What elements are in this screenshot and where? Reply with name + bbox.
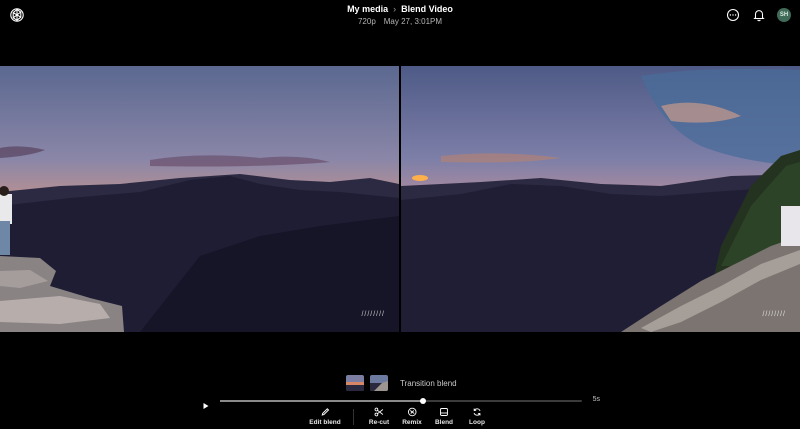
clip-thumbnail-1[interactable]	[346, 375, 364, 391]
scrubber-progress	[220, 400, 423, 402]
loop-label: Loop	[469, 419, 485, 426]
remix-label: Remix	[402, 419, 422, 426]
scrubber-track[interactable]	[220, 398, 582, 404]
notifications-icon[interactable]	[751, 7, 767, 23]
blend-button[interactable]: Blend	[435, 407, 453, 426]
breadcrumb-current: Blend Video	[401, 4, 453, 14]
duration-label: 5s	[592, 396, 600, 403]
video-preview[interactable]: //////// ////////	[0, 66, 800, 332]
header-actions: SH	[725, 7, 791, 23]
scissors-icon	[374, 407, 384, 417]
clip-title: Transition blend	[400, 378, 457, 388]
breadcrumb-separator: ›	[393, 4, 397, 14]
bottom-toolbar: Edit blend Re-cut Remix Blend Loop	[0, 407, 800, 429]
more-options-icon[interactable]	[725, 7, 741, 23]
page-header: My media › Blend Video 720p May 27, 3:01PM	[0, 4, 800, 27]
remix-button[interactable]: Remix	[402, 407, 422, 426]
recut-button[interactable]: Re-cut	[369, 407, 389, 426]
resolution-label: 720p	[357, 17, 376, 26]
watermark-left: ////////	[361, 311, 385, 318]
watermark-right: ////////	[762, 311, 786, 318]
edit-blend-label: Edit blend	[309, 419, 341, 426]
video-frame-right: ////////	[401, 66, 800, 332]
playback-timeline: 5s	[202, 395, 600, 409]
scrubber-handle[interactable]	[419, 398, 426, 404]
loop-button[interactable]: Loop	[469, 407, 485, 426]
timestamp-label: May 27, 3:01PM	[383, 17, 443, 26]
breadcrumb: My media › Blend Video	[0, 4, 800, 15]
clip-strip: Transition blend	[346, 375, 457, 391]
clip-thumbnail-2[interactable]	[370, 375, 388, 391]
remix-icon	[407, 407, 417, 417]
blend-icon	[440, 408, 448, 416]
edit-blend-button[interactable]: Edit blend	[309, 407, 341, 426]
blend-label: Blend	[434, 419, 454, 426]
avatar[interactable]: SH	[777, 8, 791, 22]
breadcrumb-my-media[interactable]: My media	[347, 4, 388, 14]
recut-label: Re-cut	[368, 419, 390, 426]
video-meta: 720p May 27, 3:01PM	[0, 17, 800, 27]
loop-icon	[473, 408, 481, 416]
pencil-icon	[321, 408, 329, 416]
video-frame-left: ////////	[0, 66, 399, 332]
play-icon[interactable]	[202, 397, 210, 409]
